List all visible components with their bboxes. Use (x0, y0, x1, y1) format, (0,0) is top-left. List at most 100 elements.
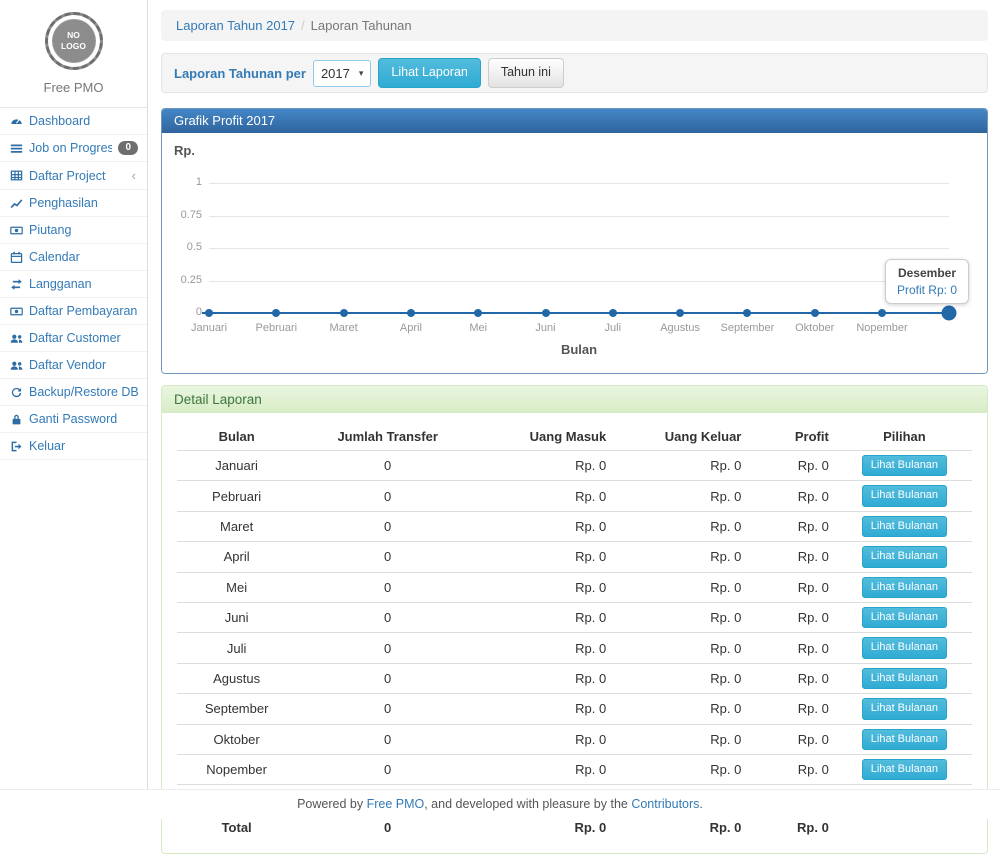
caret-down-icon: ▾ (359, 68, 364, 79)
view-monthly-button[interactable]: Lihat Bulanan (862, 607, 947, 628)
gridline (209, 183, 949, 184)
y-tick-label: 0 (162, 306, 202, 318)
sidebar-item-penghasilan[interactable]: Penghasilan (0, 190, 147, 217)
gridline (209, 248, 949, 249)
year-select-value: 2017 (321, 66, 350, 81)
cell-profit: Rp. 0 (749, 572, 836, 602)
sidebar-item-daftar-pembayaran[interactable]: Daftar Pembayaran (0, 298, 147, 325)
cell-keluar: Rp. 0 (614, 542, 749, 572)
cell-masuk: Rp. 0 (479, 602, 614, 632)
table-row: Pebruari0Rp. 0Rp. 0Rp. 0Lihat Bulanan (177, 481, 972, 511)
chart-area: Rp.00.250.50.751JanuariPebruariMaretApri… (162, 133, 987, 373)
cell-profit: Rp. 0 (749, 481, 836, 511)
sidebar-item-label: Ganti Password (29, 412, 138, 426)
cell-bulan: September (177, 694, 296, 724)
cell-keluar: Rp. 0 (614, 754, 749, 784)
year-select[interactable]: 2017 ▾ (313, 60, 371, 87)
view-report-button[interactable]: Lihat Laporan (378, 58, 480, 88)
data-point-oktober[interactable] (811, 309, 819, 317)
column-header-uang-masuk: Uang Masuk (479, 423, 614, 451)
view-monthly-button[interactable]: Lihat Bulanan (862, 637, 947, 658)
profit-series-line (202, 312, 956, 314)
cell-masuk: Rp. 0 (479, 694, 614, 724)
view-monthly-button[interactable]: Lihat Bulanan (862, 516, 947, 537)
sidebar-item-label: Daftar Pembayaran (29, 304, 138, 318)
view-monthly-button[interactable]: Lihat Bulanan (862, 577, 947, 598)
data-point-januari[interactable] (205, 309, 213, 317)
view-monthly-button[interactable]: Lihat Bulanan (862, 455, 947, 476)
sidebar-item-daftar-customer[interactable]: Daftar Customer (0, 325, 147, 352)
sidebar-item-langganan[interactable]: Langganan (0, 271, 147, 298)
this-year-button[interactable]: Tahun ini (488, 58, 564, 88)
sidebar-item-backup-restore-db[interactable]: Backup/Restore DB (0, 379, 147, 406)
cell-bulan: Agustus (177, 663, 296, 693)
cell-profit: Rp. 0 (749, 511, 836, 541)
data-point-nopember[interactable] (878, 309, 886, 317)
cell-masuk: Rp. 0 (479, 451, 614, 481)
data-point-september[interactable] (743, 309, 751, 317)
x-tick-label: Juli (605, 322, 622, 334)
cell-jumlah: 0 (296, 724, 479, 754)
sidebar-item-label: Penghasilan (29, 196, 138, 210)
cell-keluar: Rp. 0 (614, 451, 749, 481)
sidebar-item-ganti-password[interactable]: Ganti Password (0, 406, 147, 433)
sidebar-item-dashboard[interactable]: Dashboard (0, 108, 147, 135)
cell-masuk: Rp. 0 (479, 724, 614, 754)
sidebar-item-keluar[interactable]: Keluar (0, 433, 147, 460)
cell-keluar: Rp. 0 (614, 602, 749, 632)
sidebar-item-piutang[interactable]: Piutang (0, 217, 147, 244)
data-point-pebruari[interactable] (272, 309, 280, 317)
sidebar-item-label: Dashboard (29, 114, 138, 128)
cell-keluar: Rp. 0 (614, 633, 749, 663)
data-point-juni[interactable] (542, 309, 550, 317)
breadcrumb-link[interactable]: Laporan Tahun 2017 (176, 18, 295, 33)
sidebar-item-label: Daftar Vendor (29, 358, 138, 372)
data-point-april[interactable] (407, 309, 415, 317)
sidebar-item-daftar-project[interactable]: Daftar Project‹ (0, 162, 147, 190)
brand-name: Free PMO (0, 80, 147, 95)
users-icon (9, 331, 23, 345)
view-monthly-button[interactable]: Lihat Bulanan (862, 698, 947, 719)
logo-box: NOLOGO Free PMO (0, 0, 147, 107)
main-content: Laporan Tahun 2017/Laporan Tahunan Lapor… (149, 0, 1000, 854)
view-monthly-button[interactable]: Lihat Bulanan (862, 729, 947, 750)
cell-jumlah: 0 (296, 754, 479, 784)
footer-link-contributors[interactable]: Contributors (631, 797, 699, 811)
table-row: Oktober0Rp. 0Rp. 0Rp. 0Lihat Bulanan (177, 724, 972, 754)
cell-profit: Rp. 0 (749, 694, 836, 724)
sidebar-item-label: Daftar Project (29, 169, 126, 183)
table-row: Agustus0Rp. 0Rp. 0Rp. 0Lihat Bulanan (177, 663, 972, 693)
view-monthly-button[interactable]: Lihat Bulanan (862, 759, 947, 780)
detail-report-panel: Detail Laporan BulanJumlah TransferUang … (161, 385, 988, 854)
footer-link-free-pmo[interactable]: Free PMO (367, 797, 425, 811)
x-tick-label: Juni (535, 322, 555, 334)
data-point-agustus[interactable] (676, 309, 684, 317)
sidebar-item-job-on-progress[interactable]: Job on Progress0 (0, 135, 147, 162)
view-monthly-button[interactable]: Lihat Bulanan (862, 668, 947, 689)
y-tick-label: 0.75 (162, 209, 202, 221)
cell-profit: Rp. 0 (749, 602, 836, 632)
year-filter-bar: Laporan Tahunan per 2017 ▾ Lihat Laporan… (161, 53, 988, 93)
data-point-mei[interactable] (474, 309, 482, 317)
cell-jumlah: 0 (296, 633, 479, 663)
data-point-desember[interactable] (942, 306, 957, 321)
cell-masuk: Rp. 0 (479, 754, 614, 784)
column-header-uang-keluar: Uang Keluar (614, 423, 749, 451)
sidebar-item-label: Job on Progress (29, 141, 112, 155)
cell-jumlah: 0 (296, 572, 479, 602)
money-icon (9, 223, 23, 237)
view-monthly-button[interactable]: Lihat Bulanan (862, 485, 947, 506)
sidebar-item-daftar-vendor[interactable]: Daftar Vendor (0, 352, 147, 379)
view-monthly-button[interactable]: Lihat Bulanan (862, 546, 947, 567)
table-row: Nopember0Rp. 0Rp. 0Rp. 0Lihat Bulanan (177, 754, 972, 784)
x-tick-label: September (720, 322, 774, 334)
cell-bulan: Juli (177, 633, 296, 663)
calendar-icon (9, 250, 23, 264)
data-point-maret[interactable] (340, 309, 348, 317)
logo-text: NOLOGO (61, 30, 86, 52)
profit-chart-panel: Grafik Profit 2017 Rp.00.250.50.751Janua… (161, 108, 988, 374)
sidebar-item-calendar[interactable]: Calendar (0, 244, 147, 271)
data-point-juli[interactable] (609, 309, 617, 317)
x-tick-label: April (400, 322, 422, 334)
cell-profit: Rp. 0 (749, 451, 836, 481)
